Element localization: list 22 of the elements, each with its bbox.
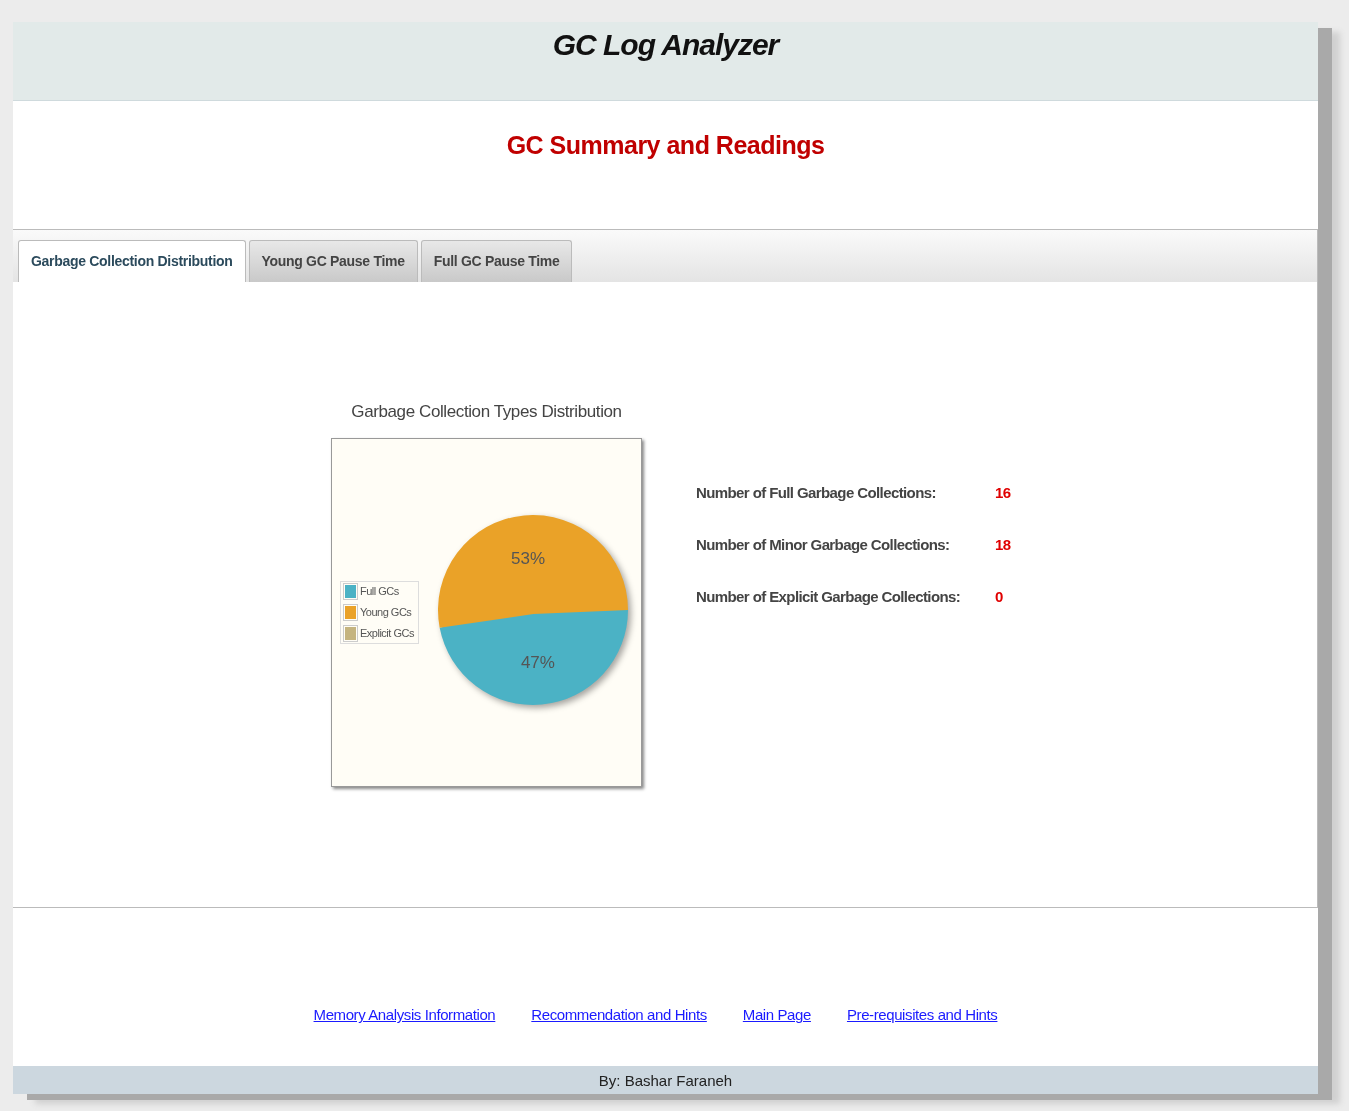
legend-label: Young GCs bbox=[360, 606, 412, 619]
app-title: GC Log Analyzer bbox=[552, 28, 779, 63]
stat-value: 0 bbox=[995, 587, 1003, 605]
nav-link[interactable]: Pre-requisites and Hints bbox=[846, 1006, 998, 1067]
nav-link[interactable]: Main Page bbox=[742, 1006, 811, 1067]
legend-label: Explicit GCs bbox=[360, 627, 414, 640]
legend-label: Full GCs bbox=[360, 585, 399, 598]
stat-value: 18 bbox=[995, 535, 1011, 553]
stat-label: Number of Full Garbage Collections: bbox=[696, 483, 937, 501]
stat-value: 16 bbox=[995, 483, 1011, 501]
page-subtitle: GC Summary and Readings bbox=[505, 130, 826, 161]
tab[interactable]: Young GC Pause Time bbox=[248, 239, 418, 282]
stat-label: Number of Minor Garbage Collections: bbox=[696, 535, 951, 553]
stat-label: Number of Explicit Garbage Collections: bbox=[696, 587, 962, 605]
tab[interactable]: Full GC Pause Time bbox=[420, 239, 573, 282]
nav-link[interactable]: Memory Analysis Information bbox=[313, 1006, 496, 1067]
author-credit: By: Bashar Faraneh bbox=[598, 1071, 733, 1089]
tab[interactable]: Garbage Collection Distribution bbox=[18, 239, 246, 282]
percent-label: 47% bbox=[520, 653, 555, 673]
percent-label: 53% bbox=[510, 549, 545, 568]
nav-link[interactable]: Recommendation and Hints bbox=[531, 1006, 707, 1067]
chart-title: Garbage Collection Types Distribution bbox=[351, 401, 622, 422]
